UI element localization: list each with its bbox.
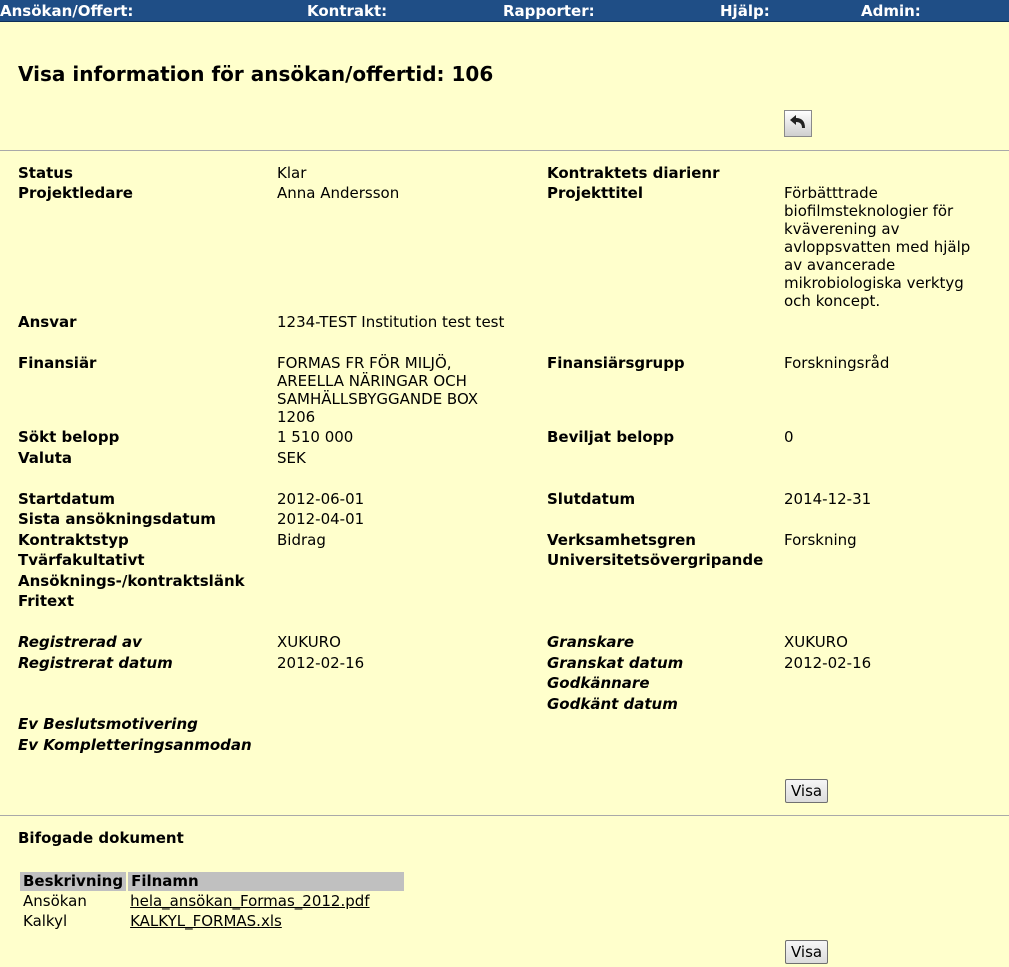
granted-amount-value: 0 (784, 428, 794, 446)
currency-label: Valuta (18, 449, 73, 467)
completion-request-label: Ev Kompletteringsanmodan (18, 736, 252, 754)
start-date-value: 2012-06-01 (277, 490, 365, 508)
interfaculty-label: Tvärfakultativt (18, 551, 145, 569)
divider-top (0, 150, 1009, 151)
deadline-label: Sista ansökningsdatum (18, 510, 216, 528)
attachment-file-link[interactable]: hela_ansökan_Formas_2012.pdf (130, 892, 369, 910)
contract-type-label: Kontraktstyp (18, 531, 129, 549)
nav-help[interactable]: Hjälp: (720, 2, 770, 20)
page-title: Visa information för ansökan/offertid: 1… (18, 62, 494, 86)
university-wide-label: Universitetsövergripande (547, 551, 764, 569)
registered-date-value: 2012-02-16 (277, 654, 365, 672)
reviewed-date-label: Granskat datum (547, 654, 684, 672)
show-button[interactable]: Visa (785, 779, 829, 803)
attachment-description: Kalkyl (23, 912, 68, 930)
end-date-label: Slutdatum (547, 490, 636, 508)
currency-value: SEK (277, 449, 306, 467)
contract-type-value: Bidrag (277, 531, 326, 549)
reviewed-date-value: 2012-02-16 (784, 654, 872, 672)
deadline-value: 2012-04-01 (277, 510, 365, 528)
registered-date-label: Registrerat datum (18, 654, 173, 672)
nav-applications[interactable]: Ansökan/Offert: (0, 2, 133, 20)
requested-amount-label: Sökt belopp (18, 428, 120, 446)
table-row: Ansökan hela_ansökan_Formas_2012.pdf (20, 891, 404, 911)
registered-by-label: Registrerad av (18, 633, 142, 651)
divider-bottom (0, 815, 1009, 816)
financier-group-value: Forskningsråd (784, 354, 890, 372)
granted-amount-label: Beviljat belopp (547, 428, 675, 446)
project-leader-label: Projektledare (18, 184, 133, 202)
decision-motivation-label: Ev Beslutsmotivering (18, 715, 198, 733)
financier-group-label: Finansiärsgrupp (547, 354, 685, 372)
status-value: Klar (277, 164, 307, 182)
project-leader-value: Anna Andersson (277, 184, 400, 202)
undo-arrow-icon (788, 112, 808, 136)
requested-amount-value: 1 510 000 (277, 428, 354, 446)
nav-reports[interactable]: Rapporter: (503, 2, 595, 20)
nav-contracts[interactable]: Kontrakt: (307, 2, 387, 20)
attachments-heading: Bifogade dokument (18, 829, 184, 847)
table-row: Kalkyl KALKYL_FORMAS.xls (20, 911, 404, 931)
end-date-value: 2014-12-31 (784, 490, 872, 508)
project-title-value: Förbätttrade biofilmsteknologier för kvä… (784, 184, 971, 310)
table-header-row: Beskrivning Filnamn (20, 872, 405, 891)
freetext-label: Fritext (18, 592, 75, 610)
activity-value: Forskning (784, 531, 857, 549)
column-header-description: Beskrivning (20, 872, 129, 891)
approver-label: Godkännare (547, 674, 650, 692)
start-date-label: Startdatum (18, 490, 116, 508)
reviewer-value: XUKURO (784, 633, 848, 651)
column-header-filename: Filnamn (127, 872, 405, 891)
responsible-label: Ansvar (18, 313, 77, 331)
diary-number-label: Kontraktets diarienr (547, 164, 720, 182)
approved-date-label: Godkänt datum (547, 695, 678, 713)
attachment-description: Ansökan (23, 892, 87, 910)
show-attachments-button[interactable]: Visa (785, 940, 829, 964)
reviewer-label: Granskare (547, 633, 635, 651)
attachment-file-link[interactable]: KALKYL_FORMAS.xls (130, 912, 282, 930)
link-label: Ansöknings-/kontraktslänk (18, 572, 245, 590)
nav-admin[interactable]: Admin: (861, 2, 921, 20)
status-label: Status (18, 164, 73, 182)
financier-label: Finansiär (18, 354, 97, 372)
back-button[interactable] (784, 110, 812, 137)
responsible-value: 1234-TEST Institution test test (277, 313, 505, 331)
attachments-table: Beskrivning Filnamn Ansökan hela_ansökan… (20, 872, 405, 931)
financier-value: FORMAS FR FÖR MILJÖ, AREELLA NÄRINGAR OC… (277, 354, 479, 426)
project-title-label: Projekttitel (547, 184, 643, 202)
top-navigation-bar: Ansökan/Offert: Kontrakt: Rapporter: Hjä… (0, 0, 1009, 22)
registered-by-value: XUKURO (277, 633, 341, 651)
activity-label: Verksamhetsgren (547, 531, 696, 549)
